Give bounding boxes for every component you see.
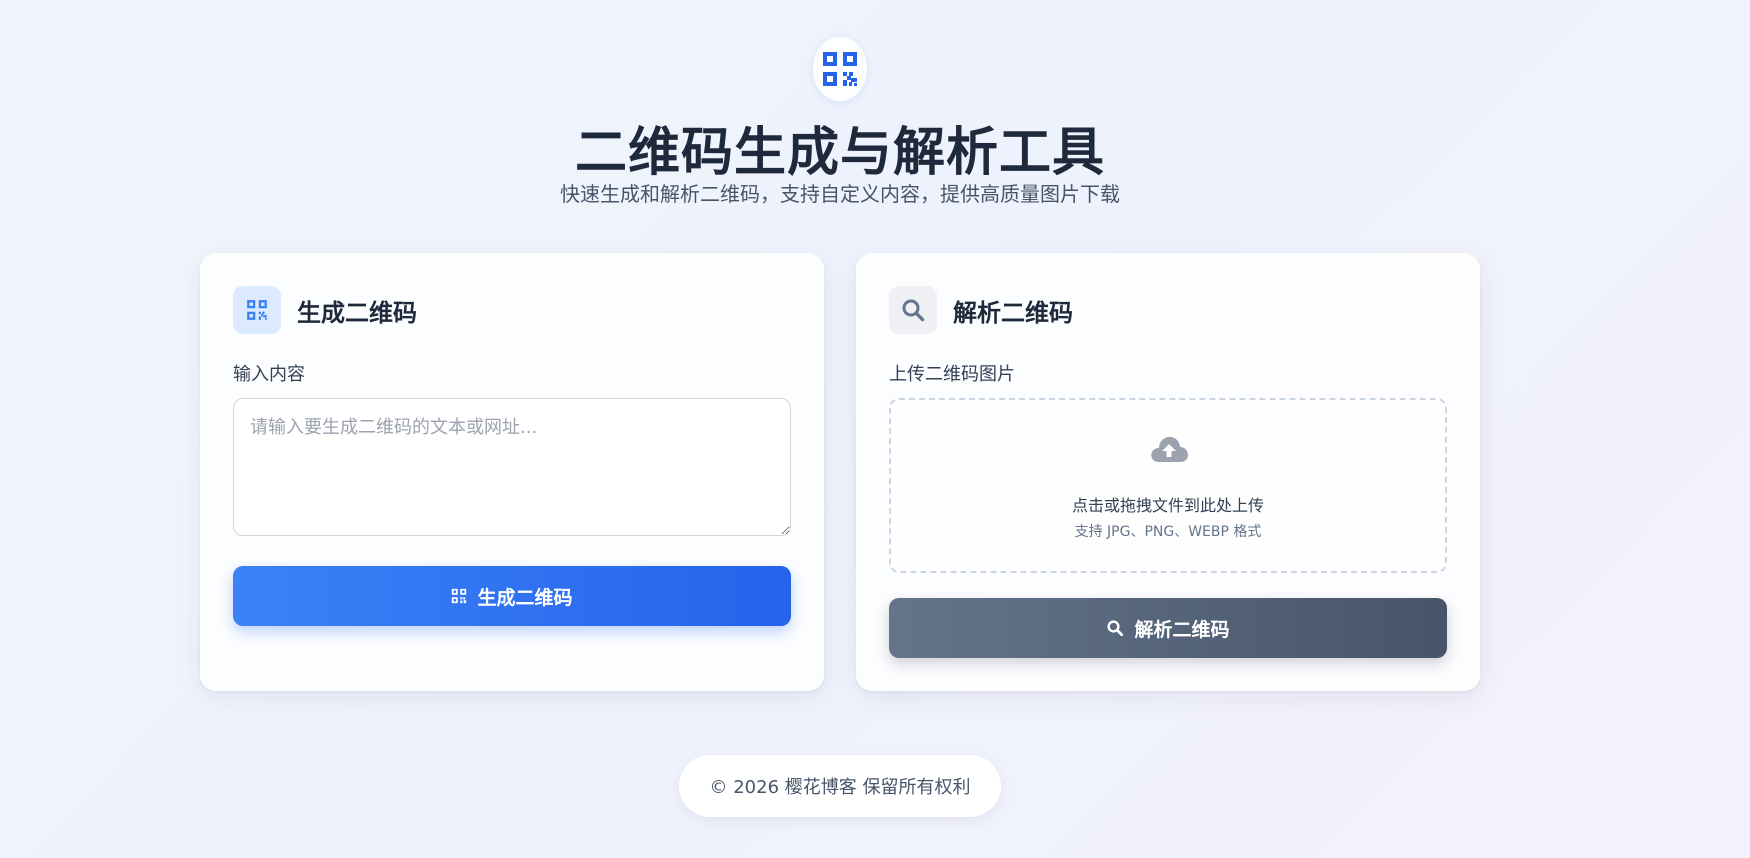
search-icon [902,299,925,322]
parse-card: 解析二维码 上传二维码图片 点击或拖拽文件到此处上传 支持 JPG、PNG、WE… [856,253,1480,691]
upload-hint: 点击或拖拽文件到此处上传 [1071,496,1264,515]
qr-code-icon [451,588,467,604]
cloud-upload-icon [1149,434,1189,468]
header-logo [813,37,867,101]
content-input[interactable] [233,398,791,536]
parse-card-header: 解析二维码 [889,286,1073,334]
qr-code-icon [247,300,267,320]
footer: © 2026 樱花博客 保留所有权利 [679,755,1001,817]
content-input-label: 输入内容 [233,364,305,385]
footer-copyright: © 2026 樱花博客 保留所有权利 [709,777,971,798]
parse-qr-button[interactable]: 解析二维码 [889,598,1447,658]
upload-dropzone[interactable]: 点击或拖拽文件到此处上传 支持 JPG、PNG、WEBP 格式 [889,398,1447,573]
upload-label: 上传二维码图片 [889,364,1015,385]
search-icon [1106,619,1124,637]
page-subtitle: 快速生成和解析二维码，支持自定义内容，提供高质量图片下载 [560,182,1120,206]
qr-code-icon [823,52,857,86]
parse-card-title: 解析二维码 [953,298,1073,327]
generate-qr-button-label: 生成二维码 [477,586,573,609]
generate-card-icon-box [233,286,281,334]
generate-card-title: 生成二维码 [297,298,417,327]
generate-card: 生成二维码 输入内容 生成二维码 [200,253,824,691]
parse-qr-button-label: 解析二维码 [1134,618,1230,641]
upload-formats: 支持 JPG、PNG、WEBP 格式 [1074,524,1262,540]
generate-card-header: 生成二维码 [233,286,417,334]
parse-card-icon-box [889,286,937,334]
generate-qr-button[interactable]: 生成二维码 [233,566,791,626]
page-title: 二维码生成与解析工具 [574,123,1105,183]
